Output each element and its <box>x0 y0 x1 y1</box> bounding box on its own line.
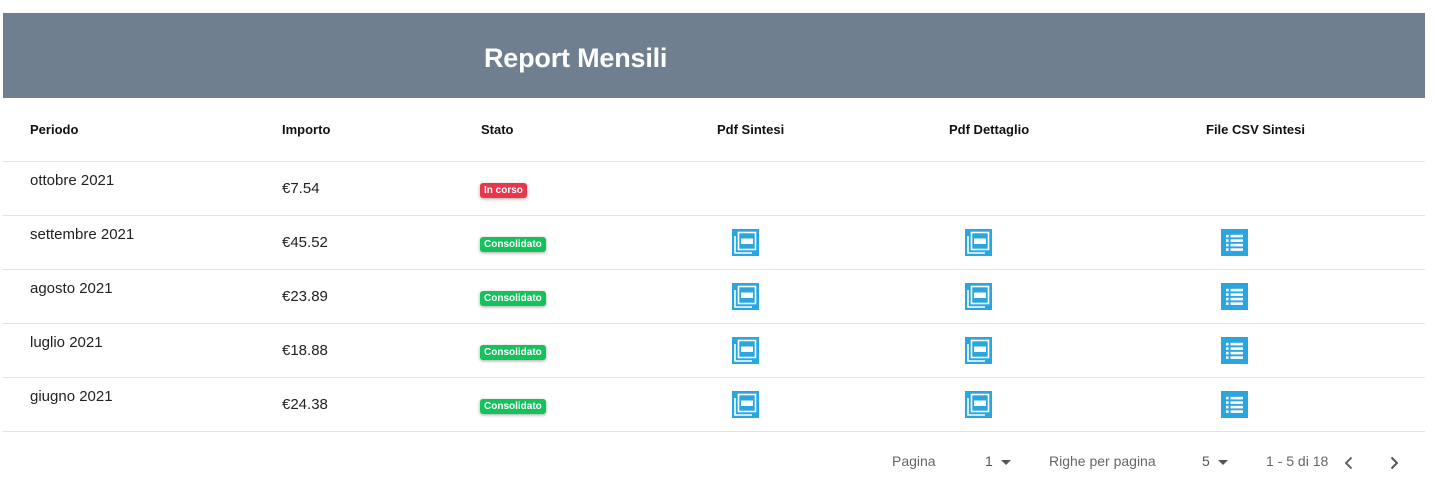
next-page-button[interactable] <box>1384 453 1404 473</box>
rows-per-page-value: 5 <box>1202 453 1210 469</box>
page-range: 1 - 5 di 18 <box>1266 453 1329 469</box>
chevron-down-icon <box>1000 459 1011 465</box>
list-icon <box>1221 337 1248 364</box>
amount-cell: €18.88 <box>282 342 328 359</box>
pdf-icon <box>732 391 759 418</box>
pagination: Pagina 1 Righe per pagina 5 1 - 5 di 18 <box>0 453 1434 473</box>
rows-per-page-select[interactable]: 5 <box>1202 453 1228 469</box>
status-badge: Consolidato <box>480 345 546 360</box>
list-icon <box>1221 283 1248 310</box>
table-row: giugno 2021 €24.38 Consolidato <box>3 378 1425 432</box>
csv-sintesi-button[interactable] <box>1221 337 1248 364</box>
table-row: luglio 2021 €18.88 Consolidato <box>3 324 1425 378</box>
period-cell: giugno 2021 <box>30 388 113 405</box>
pdf-icon <box>965 283 992 310</box>
column-header-periodo: Periodo <box>30 122 79 137</box>
previous-page-button[interactable] <box>1339 453 1359 473</box>
pdf-icon <box>732 229 759 256</box>
status-badge: Consolidato <box>480 291 546 306</box>
column-header-pdf-dettaglio: Pdf Dettaglio <box>949 122 1030 137</box>
pdf-sintesi-button[interactable] <box>732 229 759 256</box>
table-row: agosto 2021 €23.89 Consolidato <box>3 270 1425 324</box>
csv-sintesi-button[interactable] <box>1221 391 1248 418</box>
amount-cell: €24.38 <box>282 396 328 413</box>
csv-sintesi-button[interactable] <box>1221 229 1248 256</box>
list-icon <box>1221 229 1248 256</box>
table-row: settembre 2021 €45.52 Consolidato <box>3 216 1425 270</box>
chevron-left-icon <box>1344 456 1353 470</box>
pdf-icon <box>965 337 992 364</box>
page-select[interactable]: 1 <box>985 453 1011 469</box>
pdf-dettaglio-button[interactable] <box>965 391 992 418</box>
column-header-importo: Importo <box>282 122 331 137</box>
page-label: Pagina <box>892 453 936 469</box>
chevron-down-icon <box>1217 459 1228 465</box>
page-header: Report Mensili <box>3 13 1425 98</box>
chevron-right-icon <box>1390 456 1399 470</box>
status-badge: In corso <box>480 183 527 198</box>
pdf-sintesi-button[interactable] <box>732 283 759 310</box>
pdf-icon <box>965 391 992 418</box>
pdf-sintesi-button[interactable] <box>732 337 759 364</box>
table-header: Periodo Importo Stato Pdf Sintesi Pdf De… <box>3 98 1425 162</box>
table-row: ottobre 2021 €7.54 In corso <box>3 162 1425 216</box>
amount-cell: €23.89 <box>282 288 328 305</box>
period-cell: ottobre 2021 <box>30 172 115 189</box>
table-body: ottobre 2021 €7.54 In corso settembre 2021 €… <box>3 162 1425 432</box>
period-cell: agosto 2021 <box>30 280 113 297</box>
rows-per-page-label: Righe per pagina <box>1049 453 1156 469</box>
period-cell: luglio 2021 <box>30 334 103 351</box>
list-icon <box>1221 391 1248 418</box>
pdf-icon <box>732 283 759 310</box>
amount-cell: €7.54 <box>282 180 320 197</box>
reports-table: Periodo Importo Stato Pdf Sintesi Pdf De… <box>3 98 1425 432</box>
column-header-pdf-sintesi: Pdf Sintesi <box>717 122 785 137</box>
csv-sintesi-button[interactable] <box>1221 283 1248 310</box>
pdf-dettaglio-button[interactable] <box>965 229 992 256</box>
pdf-dettaglio-button[interactable] <box>965 283 992 310</box>
pdf-icon <box>965 229 992 256</box>
amount-cell: €45.52 <box>282 234 328 251</box>
status-badge: Consolidato <box>480 399 546 414</box>
status-badge: Consolidato <box>480 237 546 252</box>
column-header-stato: Stato <box>481 122 514 137</box>
pdf-icon <box>732 337 759 364</box>
column-header-csv-sintesi: File CSV Sintesi <box>1206 122 1305 137</box>
period-cell: settembre 2021 <box>30 226 135 243</box>
page-select-value: 1 <box>985 453 993 469</box>
pdf-sintesi-button[interactable] <box>732 391 759 418</box>
pdf-dettaglio-button[interactable] <box>965 337 992 364</box>
page-title: Report Mensili <box>484 43 668 73</box>
